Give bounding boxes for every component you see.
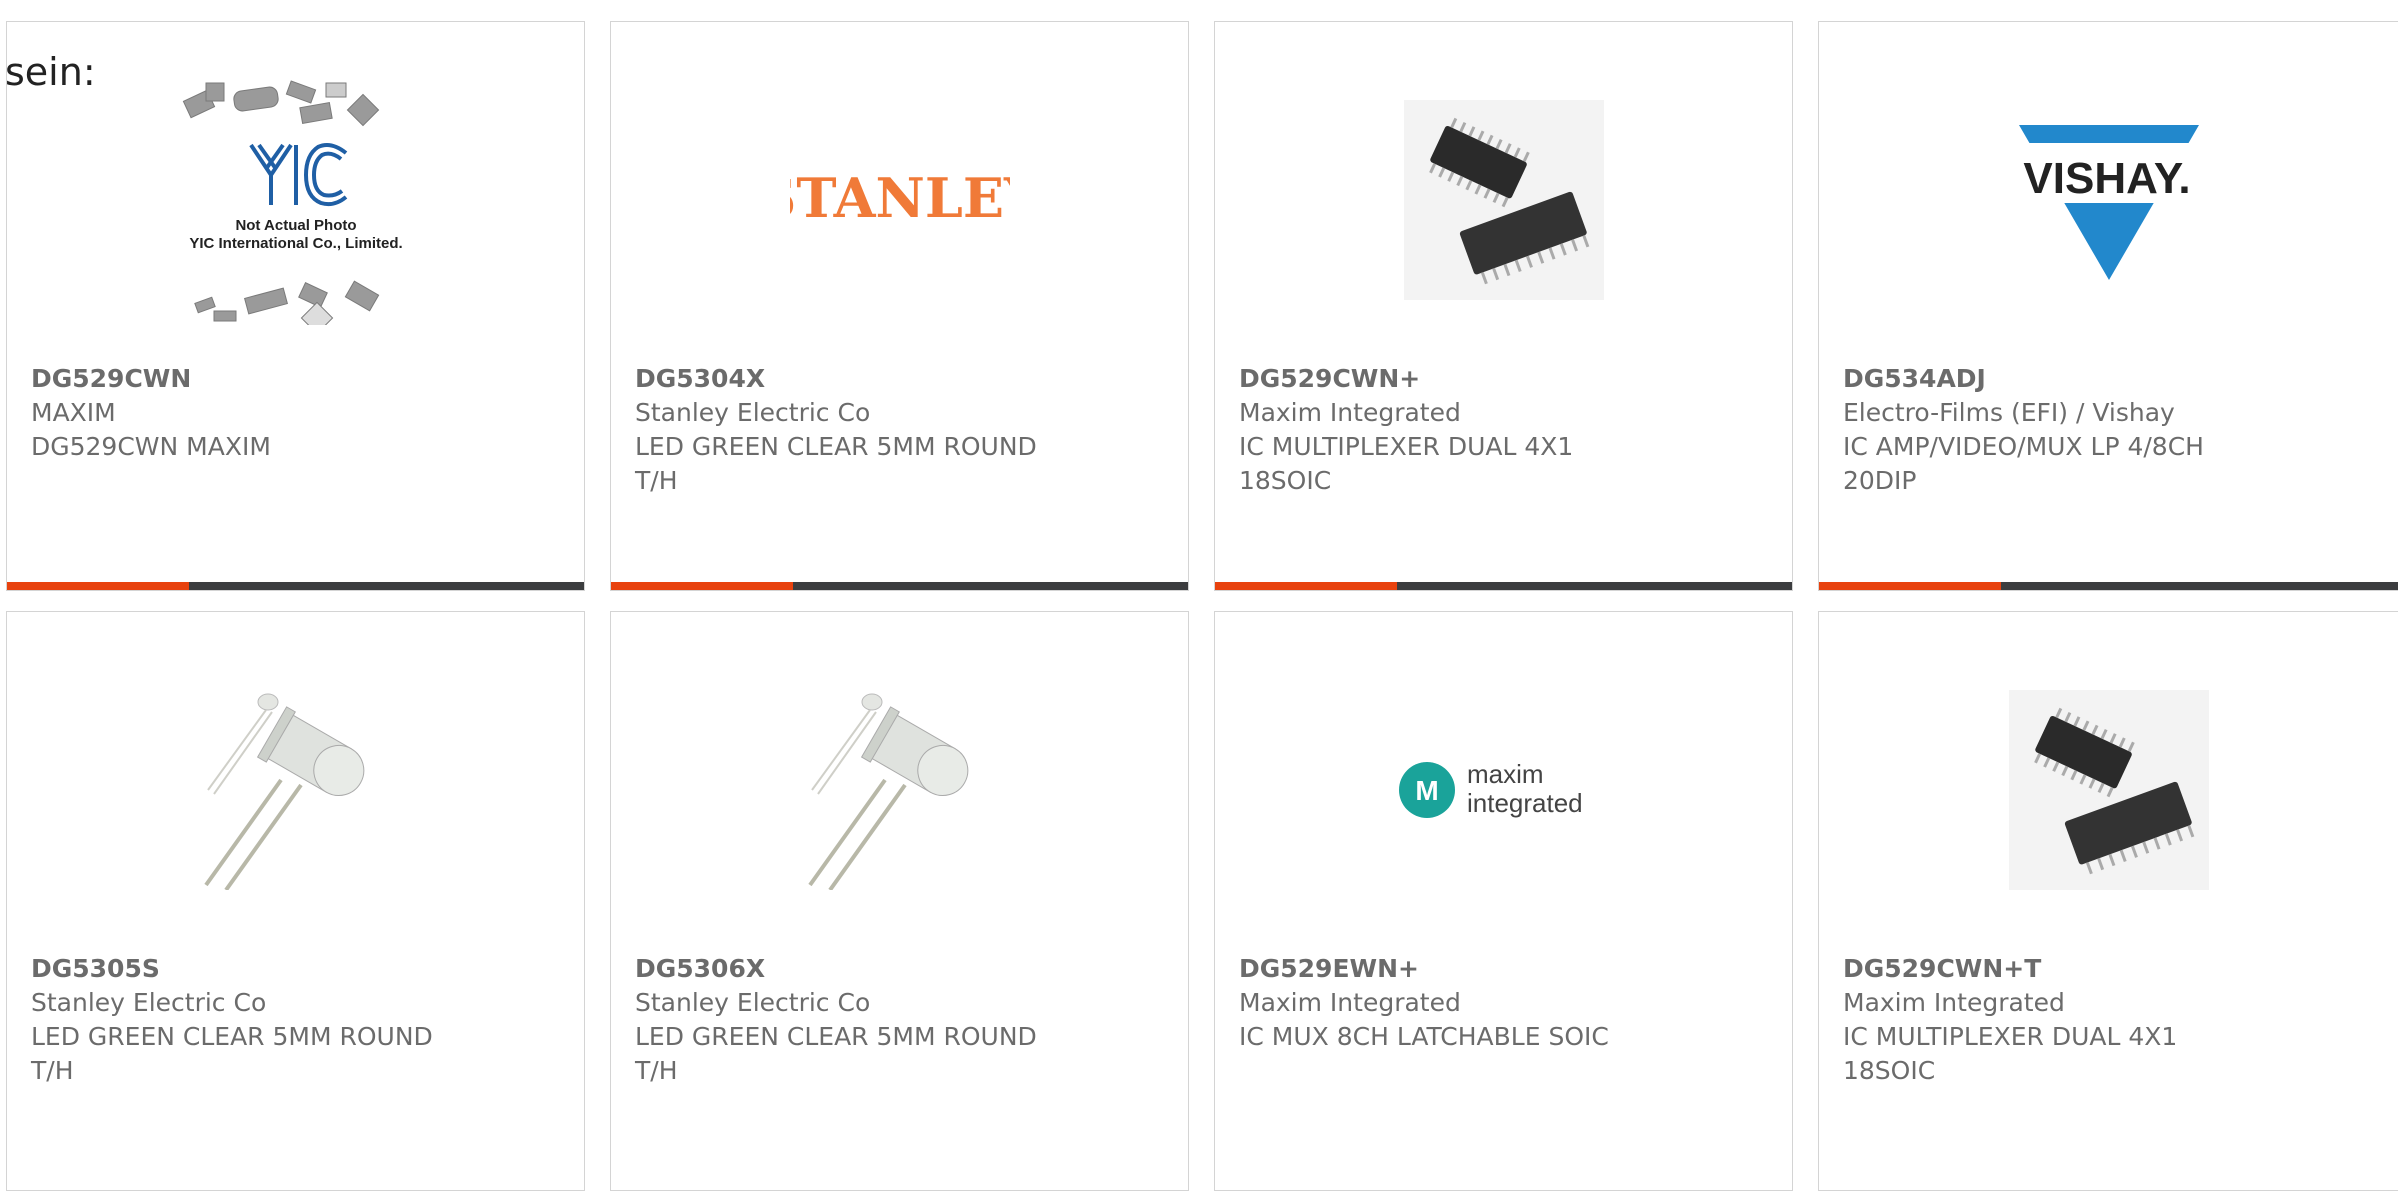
soic-chips-photo (1403, 99, 1604, 300)
yic-placeholder-image: Not Actual Photo YIC International Co., … (182, 79, 402, 325)
product-image[interactable]: M maxim integrated (1215, 612, 1792, 967)
card-bottom-bar (1819, 582, 2398, 590)
card-accent (7, 582, 189, 590)
manufacturer: Electro-Films (EFI) / Vishay (1843, 398, 2175, 427)
card-accent (1215, 582, 1397, 590)
part-number[interactable]: DG529CWN (31, 362, 551, 396)
product-info: DG529CWN+ Maxim Integrated IC MULTIPLEXE… (1239, 362, 1759, 498)
product-card[interactable]: VISHAY. DG534ADJ Electro-Films (EFI) / V… (1818, 21, 2398, 591)
product-card[interactable]: DG529CWN+T Maxim Integrated IC MULTIPLEX… (1818, 611, 2398, 1191)
description: DG529CWN MAXIM (31, 432, 271, 461)
product-card[interactable]: DG529CWN+ Maxim Integrated IC MULTIPLEXE… (1214, 21, 1793, 591)
product-grid: Not Actual Photo YIC International Co., … (0, 0, 2398, 1191)
product-card[interactable]: Not Actual Photo YIC International Co., … (6, 21, 585, 591)
part-number[interactable]: DG529CWN+T (1843, 952, 2363, 986)
manufacturer: Stanley Electric Co (31, 988, 267, 1017)
manufacturer: MAXIM (31, 398, 116, 427)
product-image[interactable] (7, 612, 584, 967)
product-image[interactable] (611, 612, 1188, 967)
product-info: DG529CWN MAXIM DG529CWN MAXIM (31, 362, 551, 464)
product-info: DG529CWN+T Maxim Integrated IC MULTIPLEX… (1843, 952, 2363, 1088)
part-number[interactable]: DG5304X (635, 362, 1155, 396)
svg-text:STANLEY: STANLEY (790, 166, 1010, 230)
manufacturer: Maxim Integrated (1843, 988, 2065, 1017)
product-image[interactable] (1215, 22, 1792, 377)
manufacturer: Stanley Electric Co (635, 988, 871, 1017)
maxim-logo: M maxim integrated (1398, 759, 1583, 818)
product-card[interactable]: DG5306X Stanley Electric Co LED GREEN CL… (610, 611, 1189, 1191)
product-info: DG529EWN+ Maxim Integrated IC MUX 8CH LA… (1239, 952, 1759, 1054)
product-info: DG5304X Stanley Electric Co LED GREEN CL… (635, 362, 1155, 498)
description: IC MULTIPLEXER DUAL 4X1 18SOIC (1843, 1022, 2178, 1085)
product-card[interactable]: M maxim integrated DG529EWN+ Maxim Integ… (1214, 611, 1793, 1191)
product-image[interactable]: VISHAY. (1819, 22, 2398, 377)
product-info: DG5306X Stanley Electric Co LED GREEN CL… (635, 952, 1155, 1088)
image-caption-2: YIC International Co., Limited. (189, 235, 402, 252)
manufacturer: Stanley Electric Co (635, 398, 871, 427)
product-image[interactable]: STANLEY (611, 22, 1188, 377)
manufacturer: Maxim Integrated (1239, 398, 1461, 427)
description: LED GREEN CLEAR 5MM ROUND T/H (635, 1022, 1037, 1085)
description: LED GREEN CLEAR 5MM ROUND T/H (31, 1022, 433, 1085)
part-number[interactable]: DG529CWN+ (1239, 362, 1759, 396)
intro-text: sein: (5, 50, 96, 94)
description: IC AMP/VIDEO/MUX LP 4/8CH 20DIP (1843, 432, 2204, 495)
description: LED GREEN CLEAR 5MM ROUND T/H (635, 432, 1037, 495)
led-photo (203, 693, 364, 890)
part-number[interactable]: DG534ADJ (1843, 362, 2363, 396)
svg-text:integrated: integrated (1467, 788, 1583, 818)
svg-text:VISHAY.: VISHAY. (2023, 154, 2190, 203)
vishay-logo: VISHAY. (2018, 124, 2199, 280)
card-accent (1819, 582, 2001, 590)
soic-chips-photo (2008, 689, 2209, 890)
card-bottom-bar (7, 582, 584, 590)
part-number[interactable]: DG5305S (31, 952, 551, 986)
product-card[interactable]: STANLEY DG5304X Stanley Electric Co LED … (610, 21, 1189, 591)
product-image[interactable] (1819, 612, 2398, 967)
stanley-logo: STANLEY (790, 166, 1010, 230)
description: IC MUX 8CH LATCHABLE SOIC (1239, 1022, 1609, 1051)
card-bottom-bar (611, 582, 1188, 590)
product-card[interactable]: DG5305S Stanley Electric Co LED GREEN CL… (6, 611, 585, 1191)
image-caption-1: Not Actual Photo (235, 217, 356, 234)
part-number[interactable]: DG5306X (635, 952, 1155, 986)
part-number[interactable]: DG529EWN+ (1239, 952, 1759, 986)
card-bottom-bar (1215, 582, 1792, 590)
led-photo (807, 693, 968, 890)
manufacturer: Maxim Integrated (1239, 988, 1461, 1017)
description: IC MULTIPLEXER DUAL 4X1 18SOIC (1239, 432, 1574, 495)
product-info: DG5305S Stanley Electric Co LED GREEN CL… (31, 952, 551, 1088)
product-info: DG534ADJ Electro-Films (EFI) / Vishay IC… (1843, 362, 2363, 498)
svg-text:maxim: maxim (1467, 759, 1544, 789)
card-accent (611, 582, 793, 590)
svg-text:M: M (1415, 775, 1438, 806)
